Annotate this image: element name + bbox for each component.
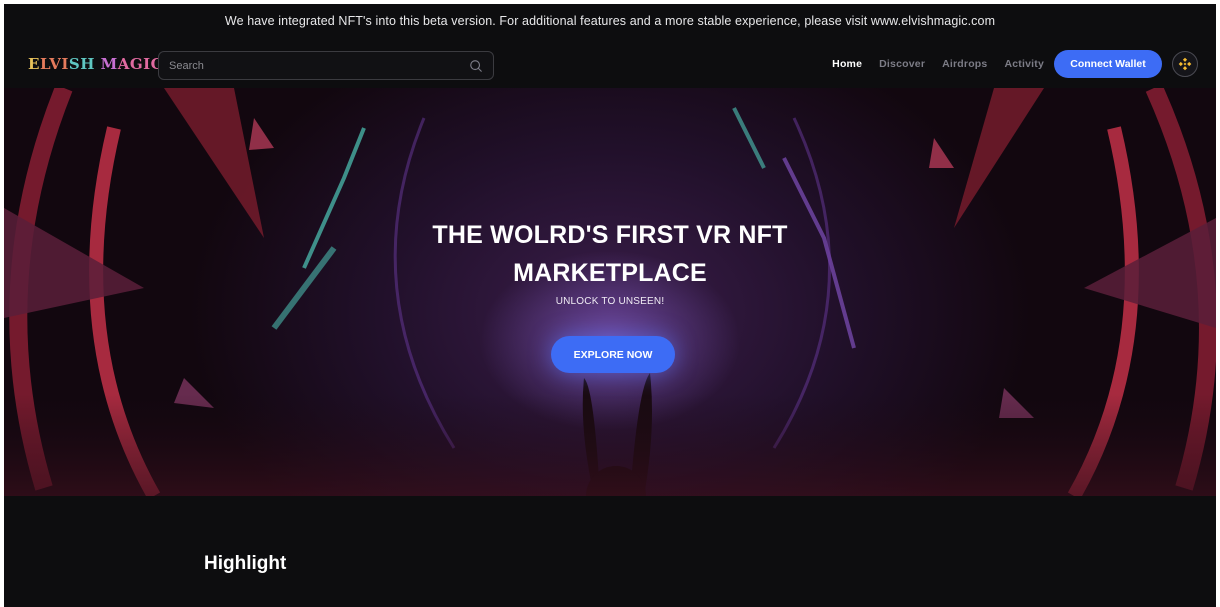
nav-home[interactable]: Home — [832, 58, 862, 70]
hero-title: THE WOLRD'S FIRST VR NFT MARKETPLACE — [432, 221, 788, 287]
announcement-bar: We have integrated NFT's into this beta … — [4, 4, 1216, 37]
main-menu: Home Discover Airdrops Activity Connect … — [832, 42, 1216, 86]
announcement-text: We have integrated NFT's into this beta … — [224, 13, 996, 28]
hero-banner: THE WOLRD'S FIRST VR NFT MARKETPLACE UNL… — [4, 88, 1216, 496]
search-bar — [158, 51, 494, 80]
nav-airdrops[interactable]: Airdrops — [942, 58, 987, 70]
nav-activity[interactable]: Activity — [1004, 58, 1044, 70]
search-input[interactable] — [169, 59, 469, 72]
app-frame: We have integrated NFT's into this beta … — [4, 4, 1216, 607]
hero-content: THE WOLRD'S FIRST VR NFT MARKETPLACE UNL… — [4, 216, 1216, 307]
highlight-section-title: Highlight — [204, 553, 287, 574]
network-selector[interactable] — [1172, 51, 1198, 77]
nav-discover[interactable]: Discover — [879, 58, 925, 70]
top-nav: ELVISH MAGIC Home Discover Airdrops Acti… — [4, 42, 1216, 86]
brand-logo[interactable]: E LVI SH M AGIC — [28, 54, 163, 74]
search-icon[interactable] — [469, 59, 483, 73]
hero-subtitle: UNLOCK TO UNSEEN! — [555, 296, 665, 307]
binance-icon — [1178, 57, 1192, 71]
explore-now-button[interactable]: EXPLORE NOW — [551, 336, 675, 373]
connect-wallet-button[interactable]: Connect Wallet — [1054, 50, 1162, 78]
